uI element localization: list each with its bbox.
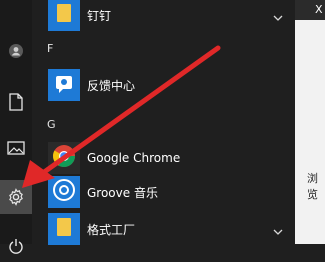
- annotation-arrow: [22, 45, 221, 188]
